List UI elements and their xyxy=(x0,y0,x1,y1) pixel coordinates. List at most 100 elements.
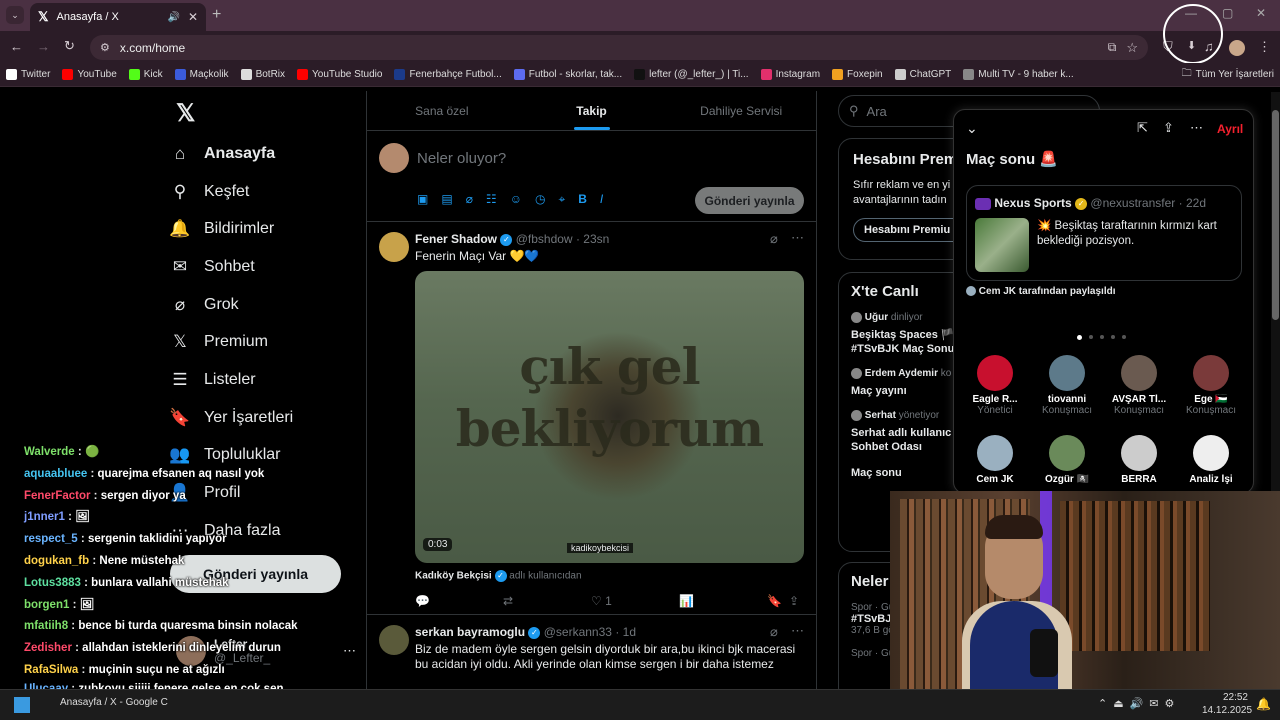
reload-icon[interactable]: ↻ xyxy=(64,38,75,54)
tweet-more-icon[interactable]: ⋯ xyxy=(791,623,804,639)
close-tab-icon[interactable]: ✕ xyxy=(188,10,198,24)
composer-post-button[interactable]: Gönderi yayınla xyxy=(695,187,804,214)
address-bar[interactable]: ⚙ x.com/home ⧉ ☆ xyxy=(90,35,1148,60)
leave-button[interactable]: Ayrıl xyxy=(1217,122,1243,136)
star-icon[interactable]: ☆ xyxy=(1126,40,1138,56)
italic-icon[interactable]: I xyxy=(600,192,603,207)
chat-text: bence bi turda quaresma binsin nolacak xyxy=(78,620,298,633)
grok-icon[interactable]: ⌀ xyxy=(770,624,778,640)
bookmark-item[interactable]: lefter (@_lefter_) | Ti... xyxy=(634,69,749,80)
timeline-tab[interactable]: Takip xyxy=(517,91,667,130)
timeline-tab[interactable]: Sana özel xyxy=(367,91,517,130)
bookmark-item[interactable]: YouTube xyxy=(62,69,117,80)
tweet-author[interactable]: Fener Shadow xyxy=(415,232,497,246)
tweet-handle[interactable]: @fbshdow xyxy=(516,232,573,246)
taskbar-app-title[interactable]: Anasayfa / X - Google C xyxy=(60,697,168,708)
nav-item-grok[interactable]: ⌀ Grok xyxy=(170,286,360,324)
windows-start-icon[interactable] xyxy=(14,697,30,713)
tweet-avatar[interactable] xyxy=(379,625,409,655)
bookmark-item[interactable]: Multi TV - 9 haber k... xyxy=(963,69,1074,80)
bookmark-item[interactable]: YouTube Studio xyxy=(297,69,382,80)
speaker[interactable]: tiovanni Konuşmacı xyxy=(1034,355,1100,416)
bookmark-item[interactable]: Maçkolik xyxy=(174,69,229,80)
bookmark-item[interactable]: Foxepin xyxy=(832,69,883,80)
speaker[interactable]: Özgür 🏴‍☠️ xyxy=(1034,435,1100,485)
new-tab-icon[interactable]: + xyxy=(212,6,221,24)
speaker[interactable]: BERRA xyxy=(1106,435,1172,485)
dot[interactable] xyxy=(1122,335,1126,339)
forward-icon[interactable]: → xyxy=(37,39,50,54)
tab-active[interactable]: 𝕏 Anasayfa / X 🔊 ✕ xyxy=(30,3,206,31)
dot[interactable] xyxy=(1111,335,1115,339)
bookmark-item[interactable]: Instagram xyxy=(760,69,820,80)
nav-item-bell[interactable]: 🔔 Bildirimler xyxy=(169,210,360,248)
menu-icon[interactable]: ⋮ xyxy=(1258,39,1271,55)
timeline-tab[interactable]: Dahiliye Servisi xyxy=(666,91,816,130)
bold-icon[interactable]: B xyxy=(578,192,587,207)
notification-icon[interactable]: 🔔 xyxy=(1256,697,1271,711)
tweet-avatar[interactable] xyxy=(379,232,409,262)
poll-icon[interactable]: ☷ xyxy=(486,192,497,207)
dot[interactable] xyxy=(1100,335,1104,339)
tweet[interactable]: serkan bayramoglu ✓ @serkann33 · 1d ⌀ ⋯ … xyxy=(367,615,816,695)
bookmark-item[interactable]: Fenerbahçe Futbol... xyxy=(394,69,502,80)
schedule-icon[interactable]: ◷ xyxy=(535,192,545,207)
reply-icon[interactable]: 💬 xyxy=(415,594,503,608)
back-icon[interactable]: ← xyxy=(10,39,23,54)
image-icon[interactable]: ▣ xyxy=(417,192,428,207)
speaker[interactable]: AVŞAR Tİ... Konuşmacı xyxy=(1106,355,1172,416)
all-bookmarks[interactable]: 🗀 Tüm Yer İşaretleri xyxy=(1182,66,1274,83)
emoji-icon[interactable]: ☺ xyxy=(510,192,522,207)
x-logo-icon[interactable]: 𝕏 xyxy=(176,99,195,128)
dot[interactable] xyxy=(1089,335,1093,339)
nav-item-list[interactable]: ☰ Listeler xyxy=(170,361,360,399)
bookmark-item[interactable]: Twitter xyxy=(6,69,50,80)
tab-search-icon[interactable]: ⌄ xyxy=(6,6,24,24)
pinned-post[interactable]: Nexus Sports ✓ @nexustransfer · 22d 💥 Be… xyxy=(966,185,1242,281)
like-icon[interactable]: ♡ xyxy=(591,594,602,608)
search-input[interactable]: Ara xyxy=(867,104,887,119)
nav-item-home[interactable]: ⌂ Anasayfa xyxy=(170,135,360,173)
close-window-icon[interactable]: ✕ xyxy=(1256,6,1266,20)
views-icon[interactable]: 📊 xyxy=(679,594,767,608)
maximize-icon[interactable]: ▢ xyxy=(1222,6,1233,20)
tray-icons[interactable]: ⌃⏏🔊✉⚙ xyxy=(1098,697,1180,710)
share-icon[interactable]: ⇪ xyxy=(1163,120,1174,136)
tweet-author[interactable]: serkan bayramoglu xyxy=(415,625,525,639)
bookmark-item[interactable]: Futbol - skorlar, tak... xyxy=(513,69,622,80)
bookmark-icon[interactable]: 🔖 xyxy=(767,594,789,608)
speaker[interactable]: Analiz İşi xyxy=(1178,435,1244,485)
nav-item-mail[interactable]: ✉ Sohbet xyxy=(170,248,360,286)
audio-icon[interactable]: 🔊 xyxy=(167,12,179,23)
tweet-video[interactable]: çık gel bekliyorum 0:03 kadikoybekcisi xyxy=(415,271,804,563)
tweet[interactable]: Fener Shadow ✓ @fbshdow · 23sn ⌀ ⋯ Fener… xyxy=(367,222,816,615)
dot-active[interactable] xyxy=(1077,335,1082,340)
chat-message: mfatiih8 : bence bi turda quaresma binsi… xyxy=(24,620,298,633)
dock-icon[interactable]: ⇱ xyxy=(1137,120,1148,136)
bookmark-item[interactable]: ChatGPT xyxy=(894,69,951,80)
share-icon[interactable]: ⇪ xyxy=(789,594,799,608)
bookmark-item[interactable]: Kick xyxy=(128,69,163,80)
more-icon[interactable]: ⋯ xyxy=(1190,120,1203,136)
gif-icon[interactable]: ▤ xyxy=(441,192,452,207)
nav-item-x[interactable]: 𝕏 Premium xyxy=(170,323,360,361)
nav-item-bookmark[interactable]: 🔖 Yer İşaretleri xyxy=(169,399,360,437)
bookmark-item[interactable]: BotRix xyxy=(240,69,285,80)
site-info-icon[interactable]: ⚙ xyxy=(100,41,110,54)
profile-avatar[interactable] xyxy=(1229,40,1245,56)
location-icon[interactable]: ⌖ xyxy=(558,192,565,207)
retweet-icon[interactable]: ⇄ xyxy=(503,594,591,608)
speaker[interactable]: Eagle R... Yönetici xyxy=(962,355,1028,416)
speaker[interactable]: Ege 🇵🇸 Konuşmacı xyxy=(1178,355,1244,416)
collapse-icon[interactable]: ⌄ xyxy=(966,120,978,137)
cast-icon[interactable]: ⧉ xyxy=(1108,40,1117,55)
composer-input[interactable]: Neler oluyor? xyxy=(417,150,506,167)
nav-item-search[interactable]: ⚲ Keşfet xyxy=(170,173,360,211)
attribution-name[interactable]: Kadıköy Bekçisi xyxy=(415,571,492,582)
grok-icon[interactable]: ⌀ xyxy=(770,231,778,247)
grok-icon[interactable]: ⌀ xyxy=(466,192,473,207)
tweet-handle[interactable]: @serkann33 xyxy=(544,625,612,639)
scrollbar-thumb[interactable] xyxy=(1272,110,1279,320)
tweet-more-icon[interactable]: ⋯ xyxy=(791,230,804,246)
speaker[interactable]: Cem JK xyxy=(962,435,1028,485)
